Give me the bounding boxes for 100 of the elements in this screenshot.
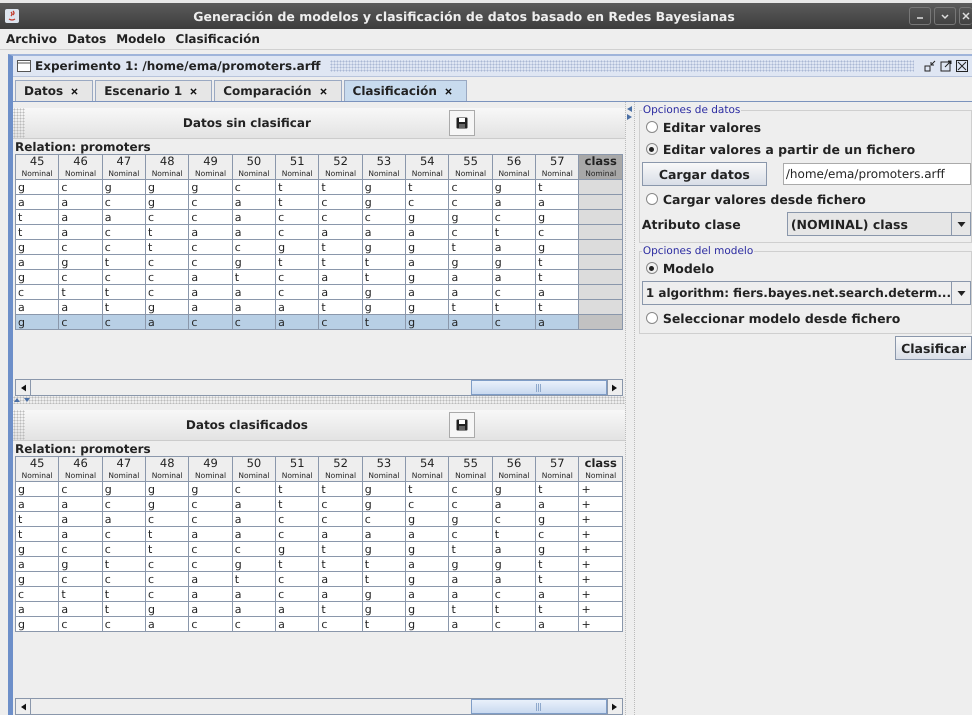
caret-icon bbox=[956, 290, 966, 296]
table-cell: a bbox=[492, 270, 536, 284]
close-button[interactable] bbox=[959, 7, 972, 25]
classify-button[interactable]: Clasificar bbox=[895, 336, 972, 360]
table-cell: t bbox=[362, 254, 406, 270]
close-icon[interactable] bbox=[956, 60, 968, 72]
menu-item[interactable]: Clasificación bbox=[176, 32, 260, 46]
table-cell: c bbox=[16, 586, 59, 602]
horizontal-scrollbar[interactable] bbox=[15, 698, 623, 715]
load-data-button[interactable]: Cargar datos bbox=[642, 162, 767, 186]
table-cell: c bbox=[146, 210, 189, 224]
radio-button[interactable] bbox=[646, 143, 658, 155]
table-cell: a bbox=[276, 616, 319, 632]
minimize-icon[interactable] bbox=[924, 60, 936, 72]
table-cell: a bbox=[232, 526, 276, 542]
scrollbar-thumb[interactable] bbox=[470, 380, 607, 395]
menu-item[interactable]: Datos bbox=[67, 32, 106, 46]
table-cell: a bbox=[276, 602, 319, 616]
table-cell bbox=[578, 180, 622, 194]
table-cell bbox=[578, 284, 622, 300]
app-icon bbox=[5, 9, 19, 23]
table-cell: t bbox=[318, 556, 362, 572]
maximize-icon[interactable] bbox=[940, 60, 952, 72]
table-cell: c bbox=[188, 254, 232, 270]
table-cell: a bbox=[232, 300, 276, 314]
close-tab-icon[interactable] bbox=[444, 88, 452, 94]
close-tab-icon[interactable] bbox=[71, 88, 78, 94]
table-cell: a bbox=[536, 616, 579, 632]
table-cell: c bbox=[276, 210, 319, 224]
table-cell: g bbox=[16, 270, 59, 284]
table-cell: t bbox=[318, 542, 362, 556]
dropdown[interactable]: (NOMINAL) class bbox=[786, 212, 971, 236]
table-cell: g bbox=[362, 240, 406, 254]
radio-option[interactable]: Modelo bbox=[642, 259, 971, 277]
minimize-button[interactable] bbox=[909, 7, 931, 25]
file-path-field[interactable]: /home/ema/promoters.arff bbox=[782, 163, 971, 185]
table-cell: g bbox=[406, 512, 449, 526]
close-tab-icon[interactable] bbox=[320, 88, 327, 94]
horizontal-scrollbar[interactable] bbox=[15, 379, 623, 396]
table-cell: c bbox=[58, 616, 102, 632]
drag-handle[interactable] bbox=[13, 108, 25, 138]
close-tab-icon[interactable] bbox=[190, 88, 198, 94]
table-cell: a bbox=[492, 496, 536, 512]
menu-item[interactable]: Modelo bbox=[116, 32, 166, 46]
table-cell: a bbox=[58, 602, 102, 616]
table-cell: c bbox=[58, 314, 102, 330]
table-cell: t bbox=[102, 586, 146, 602]
table-cell: t bbox=[362, 556, 406, 572]
table-cell: + bbox=[578, 602, 622, 616]
table-cell: t bbox=[492, 300, 536, 314]
radio-option[interactable]: Editar valores bbox=[642, 118, 971, 136]
tab[interactable]: Datos bbox=[15, 80, 94, 101]
tab[interactable]: Clasificación bbox=[344, 80, 467, 101]
dropdown[interactable]: 1 algorithm: fiers.bayes.net.search.determ... bbox=[642, 281, 971, 305]
radio-button[interactable] bbox=[646, 262, 658, 274]
table-cell: c bbox=[188, 210, 232, 224]
table-cell: g bbox=[146, 180, 189, 194]
table-cell: a bbox=[232, 224, 276, 240]
table-cell bbox=[578, 224, 622, 240]
table-cell: a bbox=[16, 254, 59, 270]
table-cell: c bbox=[318, 616, 362, 632]
table-cell: a bbox=[16, 496, 59, 512]
radio-option[interactable]: Editar valores a partir de un fichero bbox=[642, 140, 971, 158]
table-cell: t bbox=[16, 526, 59, 542]
table-cell: g bbox=[362, 496, 406, 512]
menu-item[interactable]: Archivo bbox=[6, 32, 58, 46]
radio-option[interactable]: Cargar valores desde fichero bbox=[642, 190, 971, 208]
table-cell: a bbox=[58, 300, 102, 314]
scrollbar-thumb[interactable] bbox=[470, 699, 607, 714]
splitter-arrows-icon[interactable] bbox=[13, 397, 33, 403]
table-cell: g bbox=[362, 482, 406, 496]
splitter-arrows-icon[interactable] bbox=[627, 106, 632, 120]
table-cell: g bbox=[492, 556, 536, 572]
table-cell: t bbox=[448, 240, 492, 254]
table-cell: a bbox=[536, 586, 579, 602]
table-cell: c bbox=[58, 542, 102, 556]
drag-handle[interactable] bbox=[13, 410, 25, 440]
save-button[interactable] bbox=[448, 110, 475, 136]
table-cell: g bbox=[406, 572, 449, 586]
table-cell: a bbox=[492, 240, 536, 254]
table-cell: c bbox=[318, 194, 362, 210]
table-cell: c bbox=[232, 482, 276, 496]
tab[interactable]: Comparación bbox=[214, 80, 342, 101]
table-cell: g bbox=[362, 180, 406, 194]
table-cell: c bbox=[318, 314, 362, 330]
radio-option[interactable]: Seleccionar modelo desde fichero bbox=[642, 309, 971, 327]
table-cell: g bbox=[492, 254, 536, 270]
table-cell: a bbox=[318, 526, 362, 542]
maximize-button[interactable] bbox=[934, 7, 956, 25]
table-cell: g bbox=[16, 314, 59, 330]
radio-button[interactable] bbox=[646, 121, 658, 133]
table-cell: g bbox=[406, 314, 449, 330]
tab[interactable]: Escenario 1 bbox=[95, 80, 212, 101]
table-cell: c bbox=[492, 586, 536, 602]
table-cell: c bbox=[102, 270, 146, 284]
table-cell: t bbox=[492, 526, 536, 542]
table-cell: t bbox=[102, 254, 146, 270]
radio-button[interactable] bbox=[646, 193, 658, 205]
save-button[interactable] bbox=[448, 412, 475, 438]
radio-button[interactable] bbox=[646, 312, 658, 324]
